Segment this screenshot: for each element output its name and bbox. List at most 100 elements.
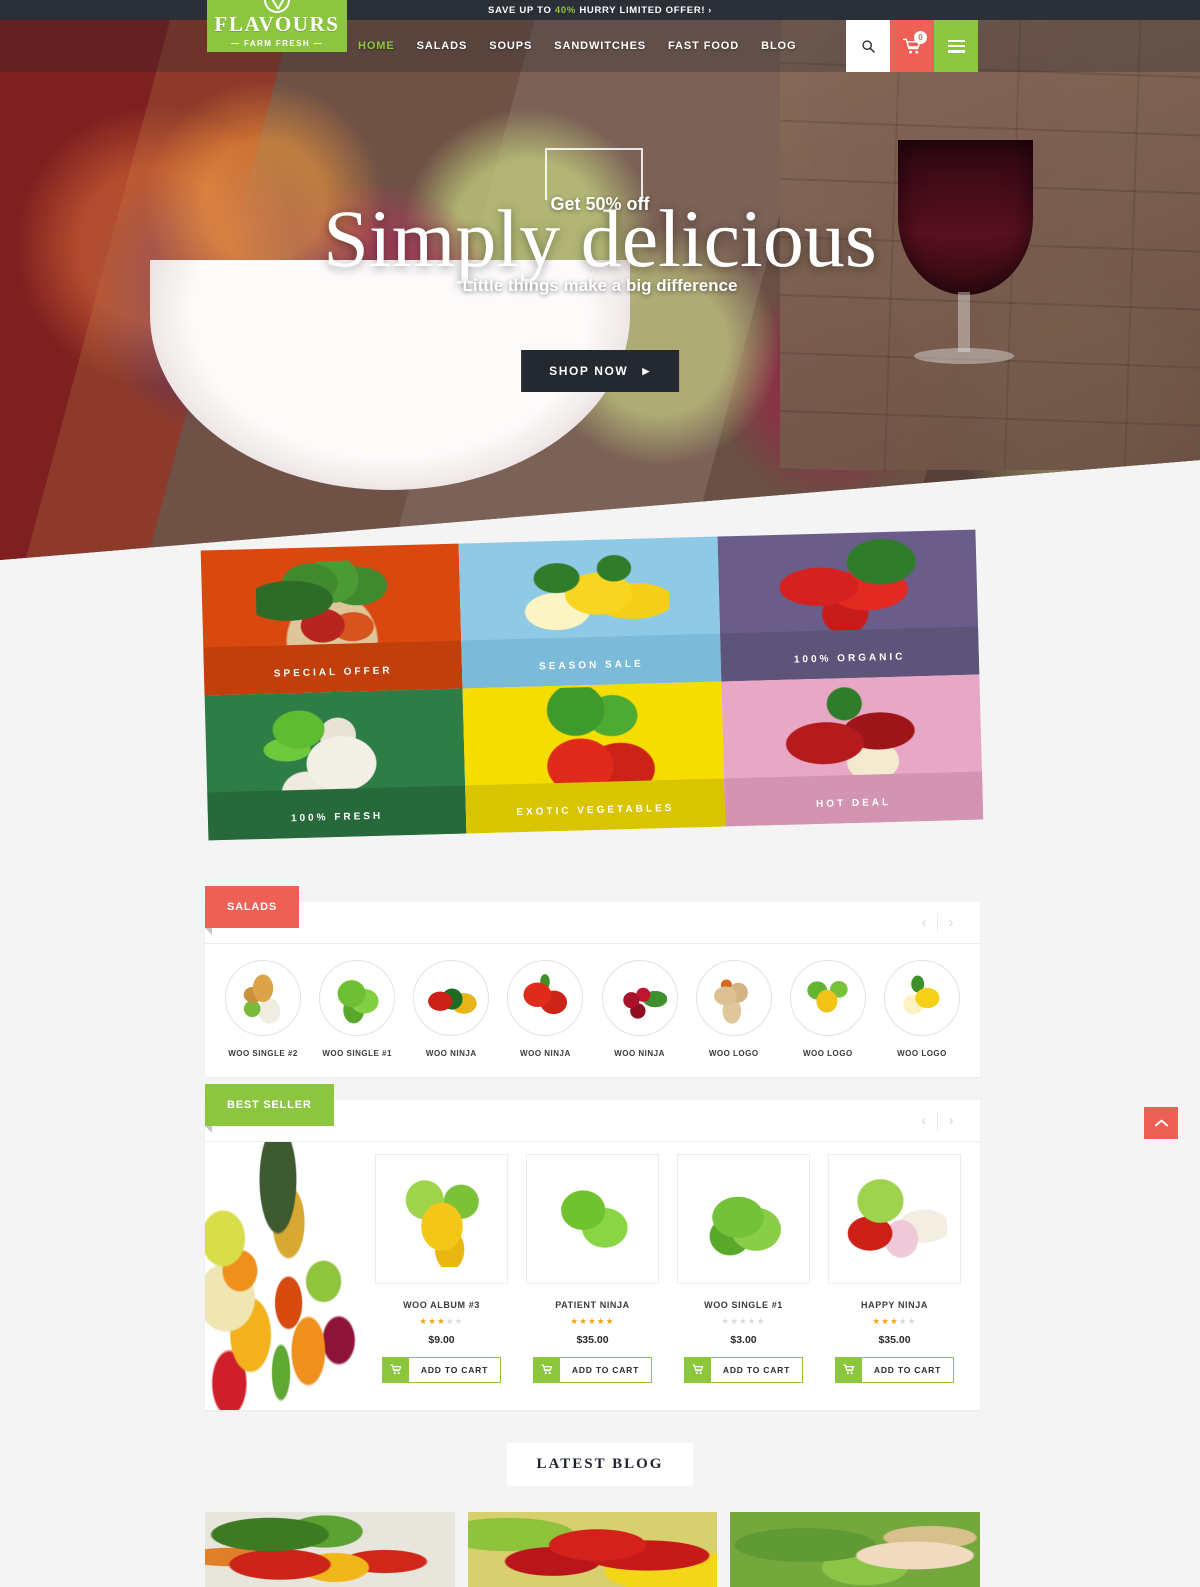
category-tile-hot-deal[interactable]: HOT DEAL xyxy=(721,674,984,827)
salad-item[interactable]: WOO NINJA xyxy=(501,960,589,1058)
chevron-up-icon xyxy=(1154,1119,1168,1127)
salad-item-label: WOO SINGLE #1 xyxy=(322,1049,392,1058)
nav-item-salads[interactable]: SALADS xyxy=(417,40,486,52)
bestseller-header: BEST SELLER ‹ › xyxy=(205,1084,980,1142)
cart-count-badge: 0 xyxy=(914,31,927,44)
product-thumbnail[interactable] xyxy=(828,1154,961,1284)
salad-thumbnail xyxy=(695,960,772,1036)
category-produce-image xyxy=(255,559,408,656)
site-header: HOME SALADS SOUPS SANDWITCHES FAST FOOD BLOG … xyxy=(0,20,1200,72)
produce-image xyxy=(706,971,761,1025)
product-thumbnail[interactable] xyxy=(677,1154,810,1284)
add-to-cart-button[interactable]: ADD TO CART xyxy=(683,1356,804,1383)
shop-now-label: SHOP NOW xyxy=(549,364,629,378)
salad-item[interactable]: WOO LOGO xyxy=(784,960,872,1058)
salad-thumbnail xyxy=(225,960,301,1036)
product-price: $9.00 xyxy=(428,1333,455,1346)
category-tile-season-sale[interactable]: SEASON SALE xyxy=(458,536,722,689)
search-button[interactable] xyxy=(846,20,890,72)
blog-card-woman-eating-apple[interactable] xyxy=(730,1512,981,1587)
scroll-to-top-button[interactable] xyxy=(1144,1107,1178,1139)
bestseller-banner xyxy=(205,1142,357,1410)
salad-item-label: WOO NINJA xyxy=(614,1049,665,1058)
lime-slice-icon xyxy=(264,0,290,13)
produce-image xyxy=(894,971,949,1025)
hamburger-menu-button[interactable] xyxy=(934,20,978,72)
announcement-text[interactable]: SAVE UP TO 40% HURRY LIMITED OFFER! › xyxy=(488,5,712,16)
add-to-cart-label: ADD TO CART xyxy=(873,1364,942,1375)
add-to-cart-button[interactable]: ADD TO CART xyxy=(532,1356,653,1383)
category-tile-exotic-vegetables[interactable]: EXOTIC VEGETABLES xyxy=(462,681,725,834)
blog-card-strawberries-in-bowl[interactable] xyxy=(467,1512,718,1587)
product-image xyxy=(693,1176,794,1262)
category-tile-special-offer[interactable]: SPECIAL OFFER xyxy=(200,543,463,696)
blog-card-row xyxy=(205,1512,981,1587)
salads-header: SALADS ‹ › xyxy=(205,886,980,944)
add-to-cart-button[interactable]: ADD TO CART xyxy=(381,1356,502,1383)
salad-item[interactable]: WOO LOGO xyxy=(690,960,778,1058)
announcement-suffix: HURRY LIMITED OFFER! xyxy=(576,4,706,16)
hero-subtitle: Little things make a big difference xyxy=(462,276,738,295)
salad-thumbnail xyxy=(413,960,490,1036)
product-card: WOO ALBUM #3 ★★★★★ $9.00 ADD TO CART xyxy=(375,1154,508,1410)
salads-next-button[interactable]: › xyxy=(938,912,964,934)
add-to-cart-button[interactable]: ADD TO CART xyxy=(834,1356,955,1383)
product-name: HAPPY NINJA xyxy=(861,1300,928,1310)
announcement-bar: SAVE UP TO 40% HURRY LIMITED OFFER! › xyxy=(0,0,1200,20)
category-tile-100-organic[interactable]: 100% ORGANIC xyxy=(717,529,980,682)
nav-item-soups[interactable]: SOUPS xyxy=(489,40,550,52)
blog-card-vegetables-on-table[interactable] xyxy=(205,1512,455,1587)
salads-prev-button[interactable]: ‹ xyxy=(911,912,937,934)
shop-now-button[interactable]: SHOP NOW ▶ xyxy=(521,350,679,392)
salad-item[interactable]: WOO NINJA xyxy=(596,960,684,1058)
product-card: PATIENT NINJA ★★★★★ $35.00 ADD TO CART xyxy=(526,1154,659,1410)
product-name: WOO SINGLE #1 xyxy=(704,1300,783,1310)
nav-item-fast-food[interactable]: FAST FOOD xyxy=(668,40,757,52)
category-grid: SPECIAL OFFER SEASON SALE 100% ORGANIC 100%… xyxy=(200,529,984,841)
page-root: Get 50% off Simply delicious Little thin… xyxy=(0,0,1200,1587)
product-rating-stars: ★★★★★ xyxy=(419,1316,464,1326)
nav-item-home[interactable]: HOME xyxy=(358,40,413,52)
category-tile-100-fresh[interactable]: 100% FRESH xyxy=(204,688,467,841)
site-logo[interactable]: FLAVOURS — FARM FRESH — xyxy=(207,0,347,52)
main-navigation: HOME SALADS SOUPS SANDWITCHES FAST FOOD BLOG xyxy=(358,20,818,72)
product-image xyxy=(393,1171,490,1267)
product-price: $3.00 xyxy=(730,1333,757,1346)
produce-image xyxy=(330,971,385,1025)
product-rating-stars: ★★★★★ xyxy=(721,1316,766,1326)
product-rating-stars: ★★★★★ xyxy=(570,1316,615,1326)
salad-item[interactable]: WOO SINGLE #1 xyxy=(313,960,401,1058)
salad-item[interactable]: WOO LOGO xyxy=(878,960,966,1058)
chevron-right-icon: ▶ xyxy=(642,365,651,376)
chevron-right-icon: › xyxy=(708,4,712,15)
nav-item-sandwitches[interactable]: SANDWITCHES xyxy=(554,40,664,52)
salad-item-label: WOO LOGO xyxy=(708,1049,759,1058)
product-thumbnail[interactable] xyxy=(526,1154,659,1284)
cart-icon xyxy=(684,1357,711,1382)
salad-thumbnail xyxy=(883,960,960,1036)
bestseller-prev-button[interactable]: ‹ xyxy=(911,1110,937,1132)
hero-title: Simply delicious xyxy=(323,193,877,284)
mixed-fruit-image xyxy=(205,1142,357,1410)
logo-name: FLAVOURS xyxy=(214,11,340,36)
product-image xyxy=(543,1175,642,1263)
salad-item-label: WOO NINJA xyxy=(425,1049,477,1058)
product-thumbnail[interactable] xyxy=(375,1154,508,1284)
salad-item[interactable]: WOO SINGLE #2 xyxy=(219,960,307,1058)
header-actions: 0 xyxy=(846,20,978,72)
salad-thumbnail xyxy=(319,960,396,1036)
bestseller-tab[interactable]: BEST SELLER xyxy=(205,1084,334,1133)
produce-image xyxy=(236,971,290,1025)
salads-tab[interactable]: SALADS xyxy=(205,886,300,935)
blog-section-title: LATEST BLOG xyxy=(506,1443,694,1486)
bestseller-next-button[interactable]: › xyxy=(938,1110,964,1132)
category-grid-wrapper: SPECIAL OFFER SEASON SALE 100% ORGANIC 100%… xyxy=(200,529,985,881)
cart-button[interactable]: 0 xyxy=(890,20,934,72)
hero-banner: Get 50% off Simply delicious Little thin… xyxy=(0,0,1200,560)
nav-item-blog[interactable]: BLOG xyxy=(761,40,814,52)
salads-item-row: WOO SINGLE #2 WOO SINGLE #1 WOO NINJA WOO N… xyxy=(205,944,980,1058)
salad-item[interactable]: WOO NINJA xyxy=(407,960,495,1058)
cart-icon xyxy=(835,1357,862,1382)
product-image xyxy=(842,1174,947,1264)
product-name: WOO ALBUM #3 xyxy=(403,1300,480,1310)
